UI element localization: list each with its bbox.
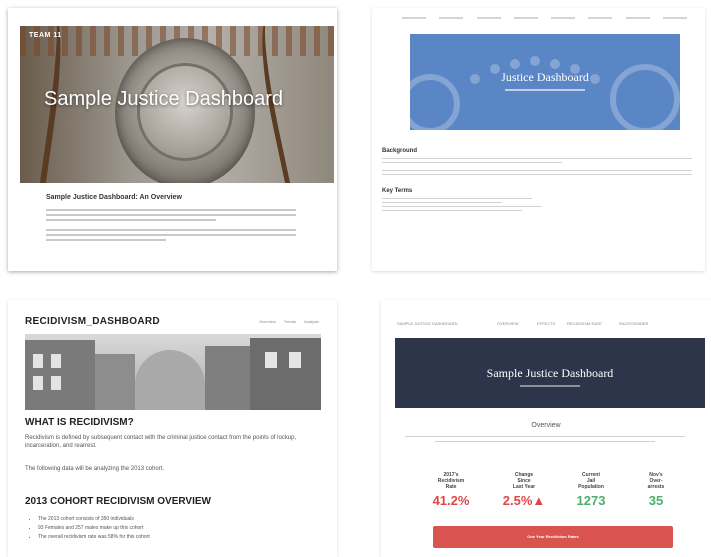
- nav-race-gender[interactable]: RACE/GENDER: [619, 321, 648, 326]
- stat-value: 35: [648, 493, 664, 508]
- dashboard-preview-card-4[interactable]: SAMPLE JUSTICE DASHBOARD OVERVIEW EFFECT…: [381, 300, 711, 557]
- text-line: [382, 206, 542, 207]
- definition-text: Recidivism is defined by subsequent cont…: [25, 435, 297, 449]
- tab-overview[interactable]: Overview: [259, 319, 276, 324]
- stat-recidivism-rate: 2017's Recidivism Rate 41.2%: [416, 472, 486, 508]
- text-line: [382, 202, 502, 203]
- hero-image: TEAM 11 Sample Justice Dashboard: [20, 26, 334, 183]
- text-line: [46, 229, 296, 231]
- stat-value: 41.2%: [432, 493, 470, 508]
- text-line: [382, 174, 692, 175]
- text-line: [382, 162, 562, 163]
- overview-heading: Sample Justice Dashboard: An Overview: [46, 194, 182, 201]
- text-line: [382, 158, 692, 159]
- stat-value: 1273: [576, 493, 606, 508]
- nav-effects[interactable]: EFFECTS: [537, 321, 555, 326]
- handcuff-banner: Justice Dashboard: [410, 34, 680, 130]
- nav-brand[interactable]: SAMPLE JUSTICE DASHBOARD: [397, 321, 457, 326]
- stat-value: 2.5%▲: [502, 493, 546, 508]
- list-item: The overall recidivism rate was 58% for …: [38, 534, 150, 540]
- button-label: One Year Recidivism Rates: [527, 534, 579, 539]
- dashboard-preview-card-2[interactable]: Justice Dashboard Background Key Terms: [372, 8, 705, 271]
- key-terms-heading: Key Terms: [382, 188, 413, 194]
- team-label: TEAM 11: [29, 32, 62, 39]
- header-banner: Sample Justice Dashboard: [395, 338, 705, 408]
- nav-recidivism-rate[interactable]: RECIDIVISM RATE: [567, 321, 602, 326]
- top-nav: [402, 17, 687, 19]
- banner-subtitle: [505, 89, 585, 91]
- recidivism-rates-button[interactable]: One Year Recidivism Rates: [433, 526, 673, 548]
- nav-overview[interactable]: OVERVIEW: [497, 321, 519, 326]
- cohort-facts-list: The 2013 cohort consists of 350 individu…: [38, 516, 150, 543]
- text-line: [46, 234, 296, 236]
- tab-analysis[interactable]: Analysis: [304, 319, 319, 324]
- tab-trends[interactable]: Trends: [284, 319, 296, 324]
- stat-change-since-last-year: Change Since Last Year 2.5%▲: [489, 472, 559, 508]
- nav-tabs: Overview Trends Analysis: [259, 319, 319, 324]
- text-line: [46, 239, 166, 241]
- dashboard-preview-card-1[interactable]: TEAM 11 Sample Justice Dashboard Sample …: [8, 8, 337, 271]
- top-nav: SAMPLE JUSTICE DASHBOARD OVERVIEW EFFECT…: [397, 321, 697, 333]
- brand-title: RECIDIVISM_DASHBOARD: [25, 316, 160, 327]
- text-line: [46, 209, 296, 211]
- dashboard-preview-card-3[interactable]: RECIDIVISM_DASHBOARD Overview Trends Ana…: [8, 300, 337, 557]
- text-line: [46, 219, 216, 221]
- hero-title: Sample Justice Dashboard: [44, 88, 284, 110]
- background-heading: Background: [382, 148, 418, 154]
- text-line: [382, 198, 532, 199]
- banner-title: Justice Dashboard: [501, 70, 589, 84]
- overview-heading: Overview: [531, 422, 561, 429]
- section-heading-what-is-recidivism: WHAT IS RECIDIVISM?: [25, 417, 134, 428]
- section-heading-cohort-overview: 2013 COHORT RECIDIVISM OVERVIEW: [25, 496, 211, 507]
- analysis-text: The following data will be analyzing the…: [25, 466, 165, 472]
- stat-over-arrests: Nov's Over- arrests 35: [621, 472, 691, 508]
- list-item: 93 Females and 257 males make up this co…: [38, 525, 150, 531]
- text-line: [382, 210, 522, 211]
- street-photo: [25, 334, 321, 410]
- text-line: [382, 170, 692, 171]
- stat-jail-population: Current Jail Population 1273: [556, 472, 626, 508]
- banner-subtitle: [520, 385, 580, 387]
- text-line: [46, 214, 296, 216]
- banner-title: Sample Justice Dashboard: [486, 366, 614, 380]
- overview-description: [405, 436, 685, 448]
- list-item: The 2013 cohort consists of 350 individu…: [38, 516, 150, 522]
